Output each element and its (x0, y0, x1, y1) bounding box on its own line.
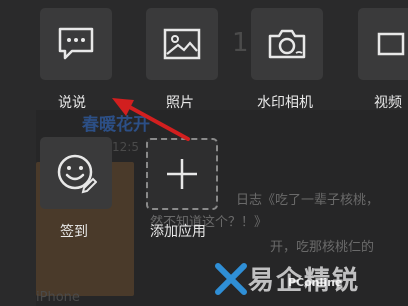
watermark-site: PConline (288, 276, 343, 289)
watermark-logo-icon (215, 263, 247, 295)
